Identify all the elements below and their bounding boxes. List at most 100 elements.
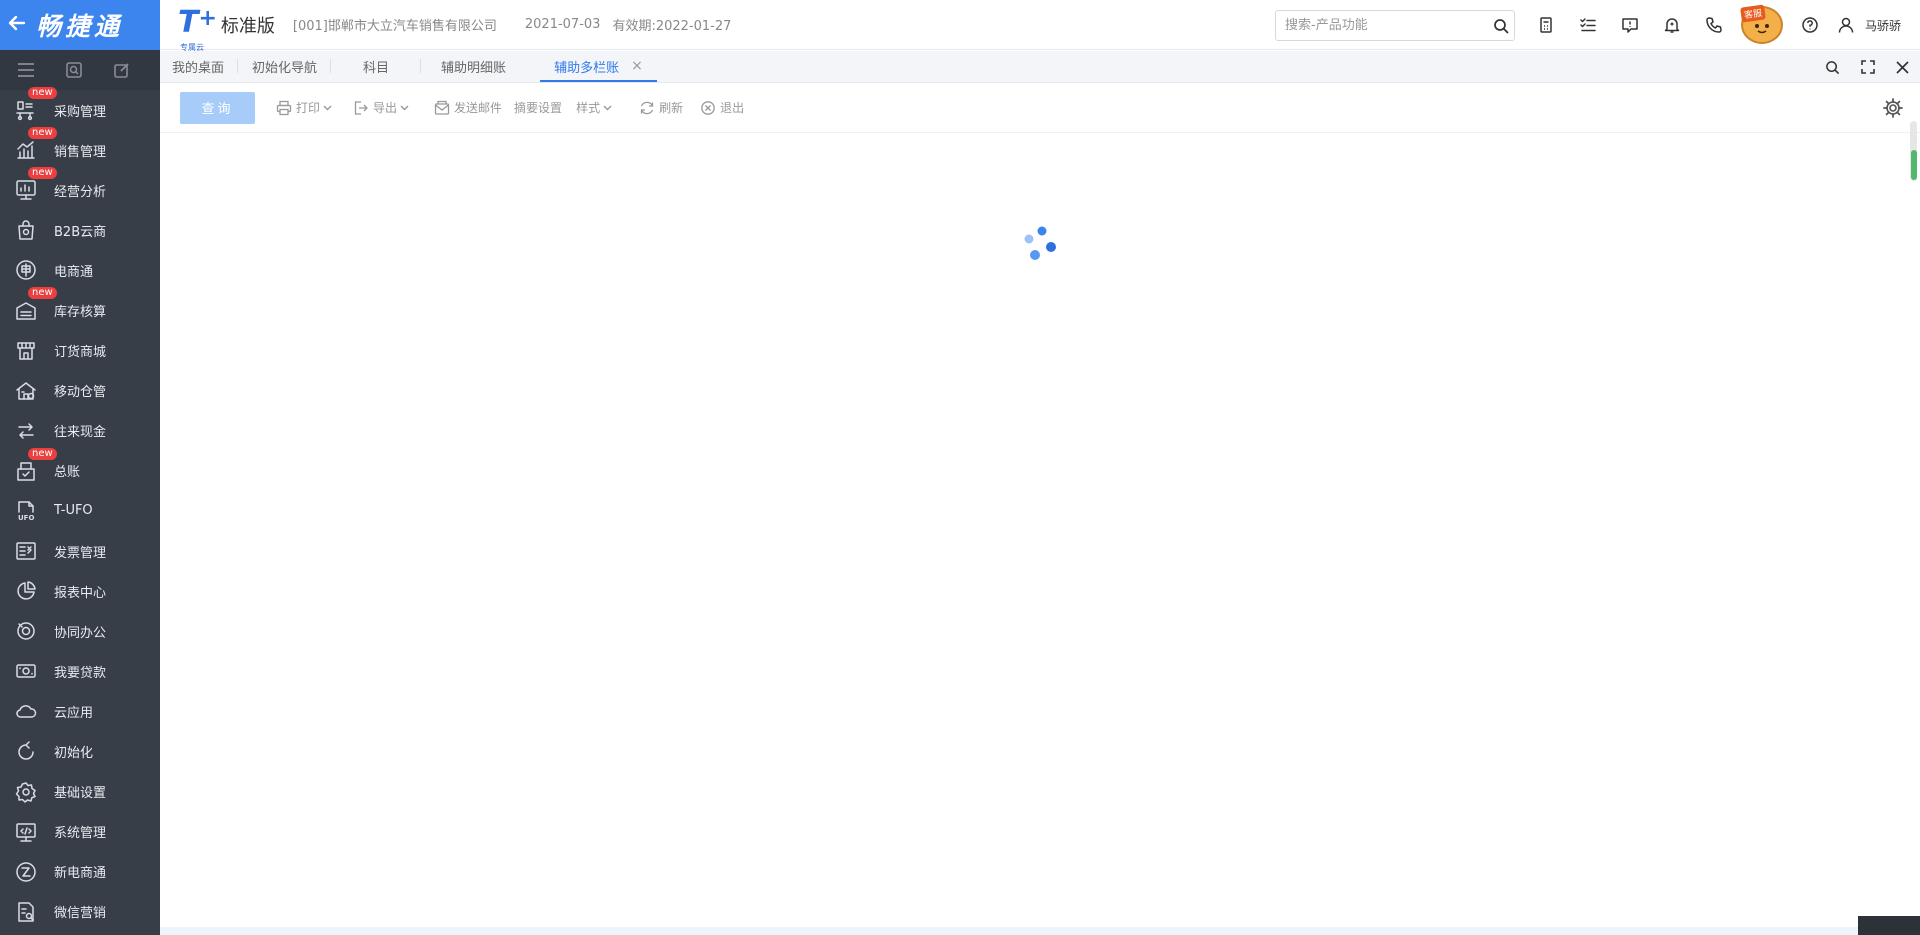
customer-service-mascot[interactable]: 客服: [1735, 2, 1789, 48]
ledger-icon: [12, 457, 40, 485]
company-name[interactable]: [001]邯郸市大立汽车销售有限公司: [293, 15, 497, 34]
arrow-left-icon[interactable]: [8, 13, 28, 38]
ufo-doc-icon: UFO: [12, 497, 40, 525]
product-logo: T+ 专属云 标准版: [178, 0, 275, 52]
export-label: 导出: [373, 101, 398, 115]
scrollbar-thumb[interactable]: [1911, 150, 1917, 180]
exit-button[interactable]: 退出: [699, 99, 744, 117]
function-search: [1275, 10, 1515, 41]
chevron-down-icon: [323, 105, 332, 111]
send-mail-label: 发送邮件: [454, 101, 503, 115]
sidebar-item-label: 订货商城: [54, 345, 107, 361]
fullscreen-icon[interactable]: [1850, 51, 1885, 83]
close-icon[interactable]: [1885, 51, 1920, 83]
sidebar-item-label: 销售管理: [54, 144, 107, 160]
brand-bar: 畅捷通: [0, 0, 160, 50]
export-button[interactable]: 导出: [352, 99, 409, 117]
message-icon[interactable]: [1609, 0, 1651, 50]
menu-icon[interactable]: [14, 58, 38, 82]
sidebar: 采购管理 new 销售管理 new 经营分析 new B2B云商 电商通 库存核算 new 订货商城…: [0, 50, 160, 935]
sidebar-item-label: 电商通: [54, 264, 94, 280]
exchange-icon: [12, 417, 40, 445]
sidebar-item-label: B2B云商: [54, 224, 107, 240]
invoice-icon: [12, 537, 40, 565]
sidebar-item-label: T-UFO: [54, 503, 93, 519]
refresh-icon: [638, 99, 656, 117]
search-icon[interactable]: [1815, 51, 1850, 83]
tab-close-icon[interactable]: ×: [631, 58, 643, 74]
ecommerce-icon: [12, 256, 40, 284]
wechat-doc-icon: [12, 898, 40, 926]
tab[interactable]: 辅助多栏账 ×: [532, 50, 657, 82]
sidebar-item[interactable]: 库存核算 new: [0, 287, 160, 330]
summary-settings-label: 摘要设置: [514, 101, 563, 115]
chevron-down-icon: [400, 105, 409, 111]
send-mail-button[interactable]: 发送邮件: [433, 99, 502, 117]
sidebar-item[interactable]: 移动仓管: [0, 371, 160, 411]
refresh-button[interactable]: 刷新: [638, 99, 683, 117]
tab[interactable]: 辅助明细账: [421, 50, 520, 82]
sidebar-item[interactable]: 发票管理: [0, 531, 160, 571]
sidebar-item-label: 库存核算: [54, 305, 107, 321]
report-toolbar: 查询 打印 导出 发送邮件 摘要设置 样式 刷新 退出: [160, 83, 1920, 133]
monitor-code-icon: [12, 818, 40, 846]
print-label: 打印: [296, 101, 321, 115]
sidebar-item[interactable]: 我要贷款: [0, 651, 160, 691]
corner-widget[interactable]: [1858, 916, 1920, 935]
sidebar-item-label: 基础设置: [54, 786, 107, 802]
sidebar-item[interactable]: 协同办公: [0, 611, 160, 651]
sidebar-item[interactable]: 系统管理: [0, 812, 160, 852]
sidebar-item[interactable]: 销售管理 new: [0, 127, 160, 170]
user-icon[interactable]: [1831, 0, 1861, 50]
sidebar-item[interactable]: B2B云商: [0, 210, 160, 250]
new-badge: new: [28, 87, 57, 99]
print-button[interactable]: 打印: [275, 99, 332, 117]
pie-chart-icon: [12, 577, 40, 605]
tab[interactable]: 初始化导航: [238, 50, 332, 82]
sidebar-item[interactable]: 微信营销: [0, 892, 160, 932]
cloud-icon: [12, 697, 40, 725]
sidebar-item[interactable]: 订货商城: [0, 331, 160, 371]
help-icon[interactable]: [1789, 0, 1831, 50]
summary-settings-button[interactable]: 摘要设置: [514, 99, 562, 116]
edit-icon[interactable]: [110, 58, 134, 82]
sidebar-item[interactable]: 往来现金: [0, 411, 160, 451]
sidebar-item[interactable]: 新电商通: [0, 852, 160, 892]
checklist-icon[interactable]: [1567, 0, 1609, 50]
printer-icon: [275, 99, 293, 117]
refresh-label: 刷新: [659, 101, 684, 115]
sidebar-item-label: 我要贷款: [54, 665, 107, 681]
sidebar-item[interactable]: 报表中心: [0, 571, 160, 611]
search-input[interactable]: [1276, 11, 1488, 40]
new-badge: new: [28, 287, 57, 300]
sidebar-item[interactable]: 经营分析 new: [0, 167, 160, 210]
sidebar-item-label: 移动仓管: [54, 385, 107, 401]
sidebar-item-label: 初始化: [54, 746, 94, 762]
search-icon[interactable]: [1488, 18, 1514, 34]
sidebar-item[interactable]: UFO T-UFO: [0, 491, 160, 531]
search-doc-icon[interactable]: [62, 58, 86, 82]
sidebar-item[interactable]: 初始化: [0, 732, 160, 772]
bell-icon[interactable]: [1651, 0, 1693, 50]
style-button[interactable]: 样式: [576, 99, 612, 116]
tab[interactable]: 科目: [331, 50, 422, 82]
sidebar-item[interactable]: 总账 new: [0, 447, 160, 491]
tab-tools: [1815, 51, 1920, 83]
sidebar-item[interactable]: 电商通: [0, 250, 160, 290]
query-button[interactable]: 查询: [180, 91, 255, 124]
calculator-icon[interactable]: [1525, 0, 1567, 50]
sidebar-item[interactable]: 基础设置: [0, 772, 160, 812]
store-icon: [12, 337, 40, 365]
sidebar-item-label: 经营分析: [54, 184, 107, 200]
b2b-bag-icon: [12, 216, 40, 244]
header-actions: 客服 马骄骄: [1525, 0, 1901, 50]
user-name[interactable]: 马骄骄: [1865, 17, 1901, 34]
gear-icon[interactable]: [1882, 97, 1904, 119]
sidebar-item[interactable]: 采购管理 new: [0, 87, 160, 130]
tab-label: 我的桌面: [172, 60, 225, 76]
tab[interactable]: 我的桌面: [170, 50, 239, 82]
phone-icon[interactable]: [1693, 0, 1735, 50]
logo-mark: T+ 专属云: [178, 6, 217, 52]
bottom-strip: [160, 927, 1920, 935]
sidebar-item[interactable]: 云应用: [0, 691, 160, 731]
